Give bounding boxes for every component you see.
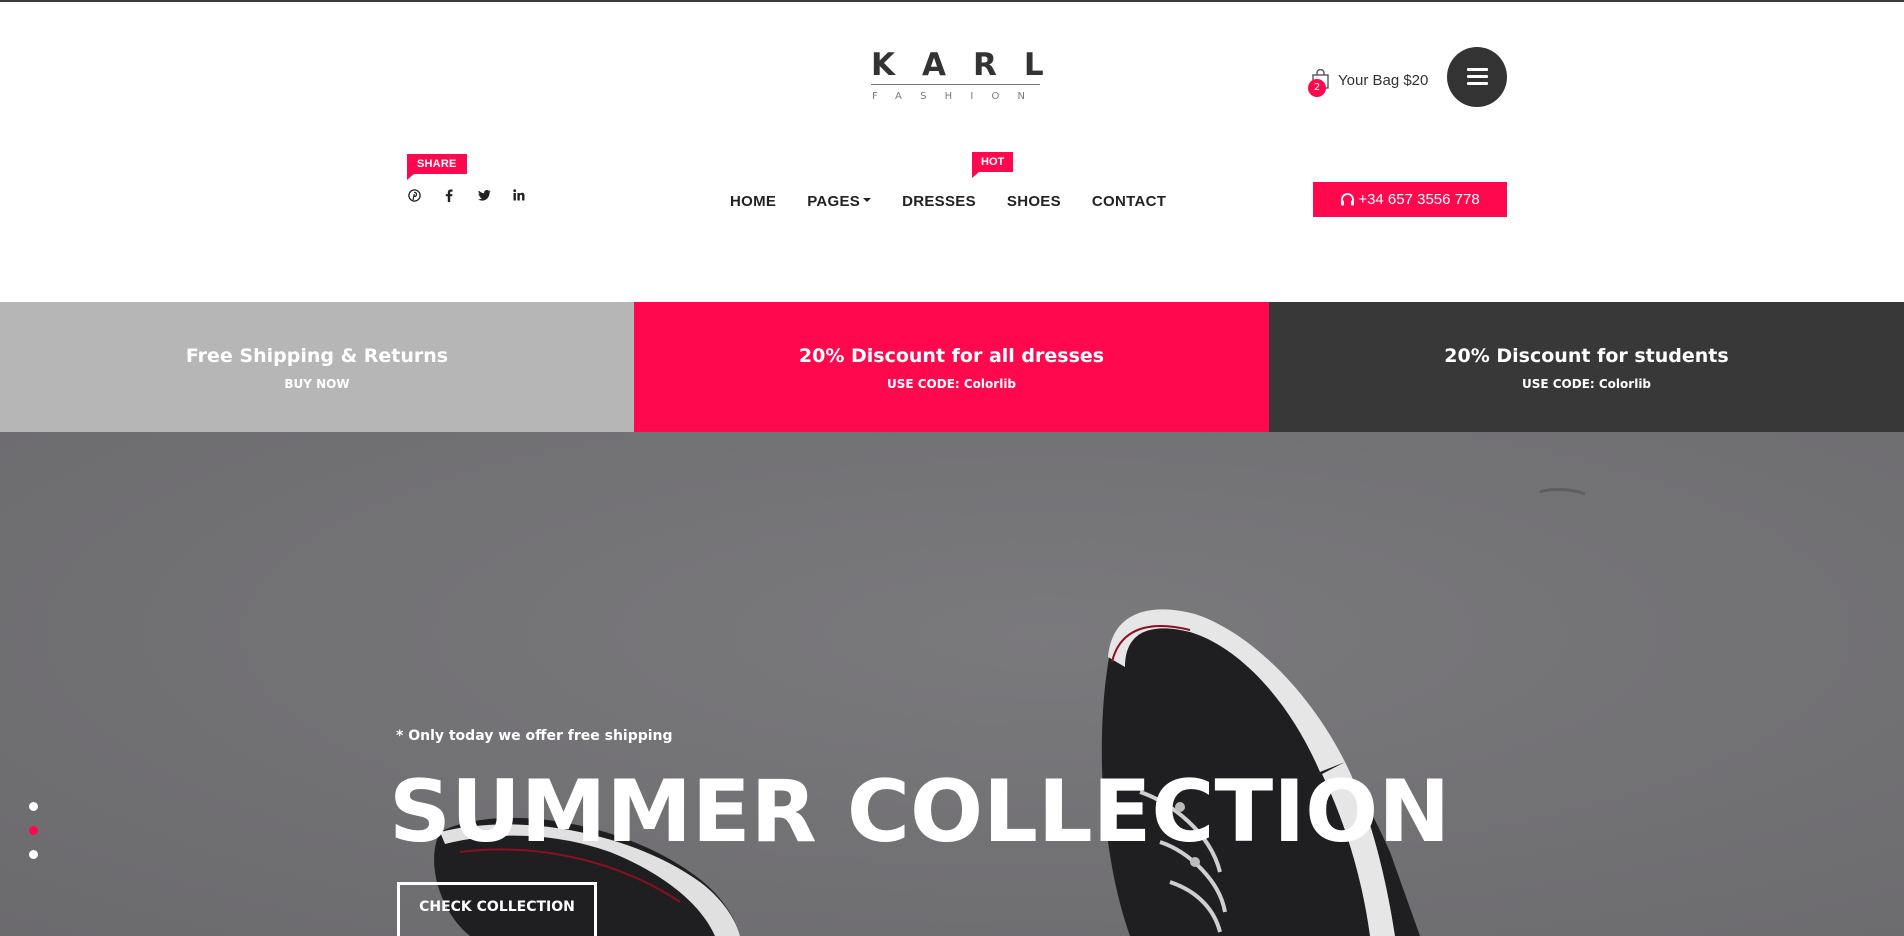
nav-item-dresses[interactable]: DRESSES	[902, 193, 976, 210]
brand-logo[interactable]: KARL FASHION	[871, 47, 1071, 106]
nav-label: PAGES	[807, 192, 861, 210]
slider-dots	[29, 802, 38, 874]
promo-subtitle: USE CODE: Colorlib	[1521, 376, 1652, 391]
promo-title: Free Shipping & Returns	[185, 344, 449, 367]
slider-dot-active[interactable]	[29, 826, 38, 835]
phone-button[interactable]: +34 657 3556 778	[1313, 182, 1507, 217]
hero-note: * Only today we offer free shipping	[396, 728, 673, 744]
cart-count-badge: 2	[1308, 79, 1326, 97]
nav-label: DRESSES	[902, 192, 976, 210]
cart-label: Your Bag $20	[1338, 71, 1429, 89]
hot-tag: HOT	[972, 152, 1014, 178]
menu-bar-icon	[1467, 82, 1488, 85]
logo-wordmark: KARL	[871, 47, 1071, 83]
slider-dot[interactable]	[29, 850, 38, 859]
promo-students-discount[interactable]: 20% Discount for students USE CODE: Colo…	[1269, 302, 1904, 432]
linkedin-icon[interactable]	[510, 186, 528, 204]
share-tag: SHARE	[407, 154, 467, 180]
top-border	[0, 0, 1904, 2]
hero-title: SUMMER COLLECTION	[389, 762, 1451, 862]
promo-free-shipping[interactable]: Free Shipping & Returns BUY NOW	[0, 302, 634, 432]
promo-title: 20% Discount for students	[1444, 344, 1729, 367]
nav-item-contact[interactable]: CONTACT	[1092, 193, 1166, 210]
promo-dresses-discount[interactable]: 20% Discount for all dresses USE CODE: C…	[634, 302, 1269, 432]
main-nav: HOME PAGES DRESSES SHOES CONTACT	[730, 191, 1197, 211]
logo-tagline: FASHION	[872, 91, 1044, 102]
check-collection-button[interactable]: CHECK COLLECTION	[397, 882, 597, 936]
promo-title: 20% Discount for all dresses	[798, 344, 1105, 367]
menu-bar-icon	[1467, 75, 1488, 78]
hamburger-menu-button[interactable]	[1447, 47, 1507, 107]
shopping-bag-icon: 2	[1308, 67, 1330, 97]
menu-bar-icon	[1467, 68, 1488, 71]
logo-divider	[871, 84, 1040, 85]
nav-label: SHOES	[1006, 192, 1061, 210]
promo-subtitle: BUY NOW	[284, 376, 350, 391]
nav-item-shoes[interactable]: SHOES	[1007, 193, 1061, 210]
twitter-icon[interactable]	[475, 186, 493, 204]
caret-down-icon	[863, 197, 872, 202]
nav-label: CONTACT	[1091, 192, 1167, 210]
headset-icon	[1340, 192, 1355, 207]
hero-slider: * Only today we offer free shipping SUMM…	[0, 432, 1904, 936]
nav-item-home[interactable]: HOME	[730, 193, 776, 210]
nav-label: HOME	[730, 192, 777, 210]
social-links	[405, 186, 545, 204]
pinterest-icon[interactable]	[405, 186, 423, 204]
cart-link[interactable]: 2 Your Bag $20	[1308, 62, 1428, 98]
phone-number: +34 657 3556 778	[1358, 191, 1480, 208]
slider-dot[interactable]	[29, 802, 38, 811]
nav-item-pages[interactable]: PAGES	[807, 192, 872, 210]
promo-subtitle: USE CODE: Colorlib	[886, 376, 1017, 391]
facebook-icon[interactable]	[440, 186, 458, 204]
